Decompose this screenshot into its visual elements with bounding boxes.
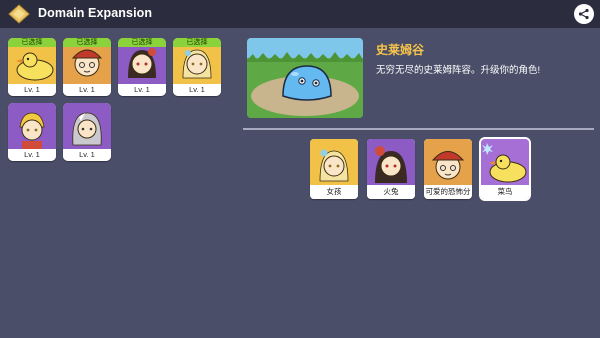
- page-title: Domain Expansion: [38, 6, 153, 20]
- character-card-rookie[interactable]: 菜鸟: [479, 137, 531, 201]
- character-card-cute-terrorist[interactable]: 可爱的恐怖分: [424, 139, 472, 199]
- diamond-icon: [8, 4, 30, 24]
- selected-badge: 已选择: [118, 38, 166, 47]
- boy-blonde-portrait-icon: [8, 103, 56, 149]
- silver-hair-portrait-icon: [63, 103, 111, 149]
- owned-card[interactable]: Lv. 1: [8, 103, 56, 161]
- girl-dark-hair-portrait-icon: [367, 139, 415, 185]
- card-level: Lv. 1: [173, 84, 221, 96]
- share-button[interactable]: [574, 4, 594, 24]
- region-description: 无穷无尽的史莱姆阵容。升级你的角色!: [376, 65, 541, 76]
- character-name: 菜鸟: [481, 185, 529, 199]
- region-preview-image: [247, 38, 363, 118]
- girl-blonde-portrait-icon: [310, 139, 358, 185]
- selected-badge: 已选择: [8, 38, 56, 47]
- selected-badge: 已选择: [173, 38, 221, 47]
- character-card-fire-rabbit[interactable]: 火兔: [367, 139, 415, 199]
- owned-card[interactable]: 已选择 Lv. 1: [173, 38, 221, 96]
- card-level: Lv. 1: [8, 149, 56, 161]
- top-bar: Domain Expansion: [0, 0, 600, 28]
- card-level: Lv. 1: [8, 84, 56, 96]
- card-level: Lv. 1: [63, 149, 111, 161]
- owned-card[interactable]: 已选择 Lv. 1: [118, 38, 166, 96]
- character-name: 可爱的恐怖分: [424, 185, 472, 199]
- character-name: 火兔: [367, 185, 415, 199]
- card-level: Lv. 1: [118, 84, 166, 96]
- owned-card[interactable]: Lv. 1: [63, 103, 111, 161]
- owned-card[interactable]: 已选择 Lv. 1: [8, 38, 56, 96]
- character-name: 女孩: [310, 185, 358, 199]
- character-card-girl[interactable]: 女孩: [310, 139, 358, 199]
- region-title: 史莱姆谷: [376, 43, 425, 57]
- chick-portrait-icon: [481, 139, 529, 185]
- slime-illustration: [247, 38, 363, 118]
- girl-red-hat-portrait-icon: [424, 139, 472, 185]
- card-level: Lv. 1: [63, 84, 111, 96]
- share-icon: [578, 8, 589, 20]
- divider: [243, 128, 594, 130]
- selected-badge: 已选择: [63, 38, 111, 47]
- owned-card[interactable]: 已选择 Lv. 1: [63, 38, 111, 96]
